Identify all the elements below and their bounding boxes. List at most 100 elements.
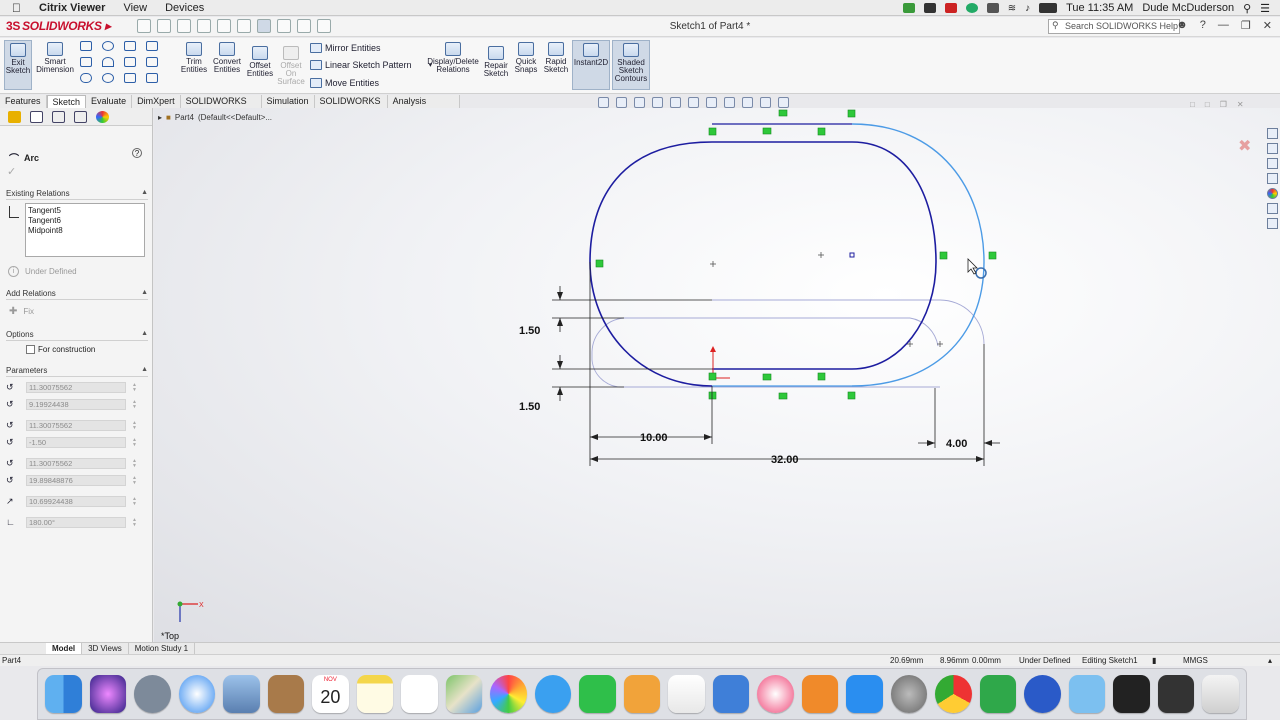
rectangle-icon[interactable] — [80, 57, 92, 67]
trash-icon[interactable] — [1202, 675, 1239, 713]
tab-motion-study[interactable]: Motion Study 1 — [129, 643, 196, 654]
chrome-icon[interactable] — [935, 675, 972, 713]
graphics-area[interactable]: 1.50 1.50 10.00 4.00 32.00 X — [154, 108, 1280, 642]
rebuild-status-icon[interactable]: ▮ — [1152, 655, 1156, 667]
user-name[interactable]: Dude McDuderson — [1142, 2, 1234, 14]
battery-icon[interactable] — [1039, 3, 1058, 13]
edit-appearance-icon[interactable] — [742, 97, 753, 108]
tab-dimxpert[interactable]: DimXpert — [132, 95, 181, 108]
slot-icon[interactable] — [80, 73, 92, 83]
tangent-relation-icon[interactable] — [708, 127, 717, 136]
tab-mbd[interactable]: SOLIDWORKS MBD — [314, 95, 388, 118]
collapse-icon[interactable]: ▲ — [141, 330, 148, 339]
menu-app-name[interactable]: Citrix Viewer — [39, 2, 105, 14]
display-style-icon[interactable] — [706, 97, 717, 108]
tray-screen-icon[interactable] — [986, 3, 999, 13]
close-icon[interactable]: ✕ — [1263, 19, 1272, 32]
view-settings-icon[interactable] — [778, 97, 789, 108]
collapse-icon[interactable]: ▲ — [141, 366, 148, 375]
mirror-entities-button[interactable]: Mirror Entities — [310, 43, 381, 53]
appearances-icon[interactable] — [1266, 188, 1278, 199]
viewport-restore-icon[interactable]: ❐ — [1220, 100, 1227, 109]
file-explorer-icon[interactable] — [1266, 158, 1278, 169]
tangent-relation-icon[interactable] — [708, 391, 717, 400]
keynote-icon[interactable] — [712, 675, 750, 713]
exit-sketch-button[interactable]: Exit Sketch — [4, 40, 32, 90]
help-icon[interactable]: ? — [132, 148, 142, 158]
move-entities-button[interactable]: Move Entities — [310, 78, 379, 88]
tab-evaluate[interactable]: Evaluate — [86, 95, 133, 108]
help-search-input[interactable]: ⚲ Search SOLIDWORKS Help — [1048, 19, 1180, 34]
tab-sketch[interactable]: Sketch — [46, 95, 87, 108]
fix-relation-button[interactable]: ✚ Fix — [9, 306, 34, 317]
cancel-sketch-icon[interactable]: ✖ — [1238, 136, 1251, 156]
display-manager-icon[interactable] — [96, 111, 109, 123]
menu-devices[interactable]: Devices — [165, 2, 204, 14]
quick-snaps-button[interactable]: Quick Snaps — [513, 40, 539, 90]
clock[interactable]: Tue 11:35 AM — [1066, 2, 1133, 14]
collapse-icon[interactable]: ▲ — [141, 189, 148, 198]
param-field[interactable]: 11.30075562 — [26, 458, 126, 469]
spinner-icon[interactable]: ▲ ▼ — [132, 399, 140, 410]
param-field[interactable]: -1.50 — [26, 437, 126, 448]
offset-on-surface-button[interactable]: Offset On Surface — [277, 44, 305, 90]
view-palette-icon[interactable] — [1266, 173, 1278, 184]
app-store-icon[interactable] — [846, 675, 883, 713]
tangent-relation-icon[interactable] — [708, 372, 717, 381]
spinner-icon[interactable]: ▲ ▼ — [132, 517, 140, 528]
tab-features[interactable]: Features — [0, 95, 47, 108]
param-field[interactable]: 11.30075562 — [26, 420, 126, 431]
list-item[interactable]: Tangent6 — [28, 216, 142, 226]
dimxpert-manager-icon[interactable] — [74, 111, 87, 123]
maps-icon[interactable] — [445, 675, 483, 713]
launchpad-icon[interactable] — [134, 675, 171, 713]
screen-window-icon[interactable] — [1157, 675, 1195, 713]
display-delete-relations-button[interactable]: Display/Delete Relations — [426, 40, 480, 90]
offset-entities-button[interactable]: Offset Entities — [245, 44, 275, 90]
notes-icon[interactable] — [356, 675, 394, 713]
units-selector[interactable]: MMGS — [1183, 655, 1208, 667]
zoom-to-area-icon[interactable] — [616, 97, 627, 108]
tab-3d-views[interactable]: 3D Views — [82, 643, 129, 654]
safari-icon[interactable] — [178, 675, 216, 713]
viewport-tile-icon[interactable]: □ — [1205, 100, 1210, 109]
messages-icon[interactable] — [534, 675, 572, 713]
arc-preview[interactable] — [851, 123, 985, 387]
tab-simulation[interactable]: Simulation — [261, 95, 315, 108]
polygon-icon[interactable] — [124, 57, 136, 67]
list-item[interactable]: Midpoint8 — [28, 226, 142, 236]
restore-icon[interactable]: ❐ — [1241, 19, 1251, 32]
dimension-length-right[interactable]: 4.00 — [946, 438, 967, 450]
custom-properties-icon[interactable] — [1266, 203, 1278, 214]
configuration-manager-icon[interactable] — [52, 111, 65, 123]
rapid-sketch-button[interactable]: Rapid Sketch — [542, 40, 570, 90]
siri-icon[interactable] — [89, 675, 127, 713]
dimension-offset-top[interactable]: 1.50 — [519, 325, 540, 337]
fillet-icon[interactable] — [124, 73, 136, 83]
calendar-icon[interactable]: 20 — [312, 675, 349, 713]
spinner-icon[interactable]: ▲ ▼ — [132, 382, 140, 393]
customize-icon[interactable]: ▴ — [1268, 655, 1272, 667]
volume-icon[interactable]: ♪ — [1025, 3, 1030, 14]
spinner-icon[interactable]: ▲ ▼ — [132, 475, 140, 486]
ibooks-icon[interactable] — [801, 675, 839, 713]
viewport-close-icon[interactable]: ✕ — [1237, 100, 1244, 109]
linear-sketch-pattern-button[interactable]: Linear Sketch Pattern ▾ — [310, 60, 432, 70]
slot-profile[interactable] — [589, 123, 937, 387]
viewport-minimize-icon[interactable]: □ — [1190, 100, 1195, 109]
ok-check-icon[interactable]: ✓ — [7, 165, 16, 178]
wifi-icon[interactable]: ≋ — [1008, 3, 1016, 14]
facetime-icon[interactable] — [579, 675, 616, 713]
tangent-relation-icon[interactable] — [847, 109, 856, 118]
photos-icon[interactable] — [490, 675, 527, 713]
apply-scene-icon[interactable] — [760, 97, 771, 108]
tab-model[interactable]: Model — [46, 643, 83, 654]
instant2d-button[interactable]: Instant2D — [572, 40, 610, 90]
tangent-relation-icon[interactable] — [988, 251, 997, 260]
property-manager-icon[interactable] — [30, 111, 43, 123]
spinner-icon[interactable]: ▲ ▼ — [132, 437, 140, 448]
spline-icon[interactable] — [124, 41, 136, 51]
horizontal-relation-icon[interactable] — [778, 109, 788, 117]
horizontal-relation-icon[interactable] — [762, 373, 772, 381]
terminal-icon[interactable] — [1113, 675, 1150, 713]
